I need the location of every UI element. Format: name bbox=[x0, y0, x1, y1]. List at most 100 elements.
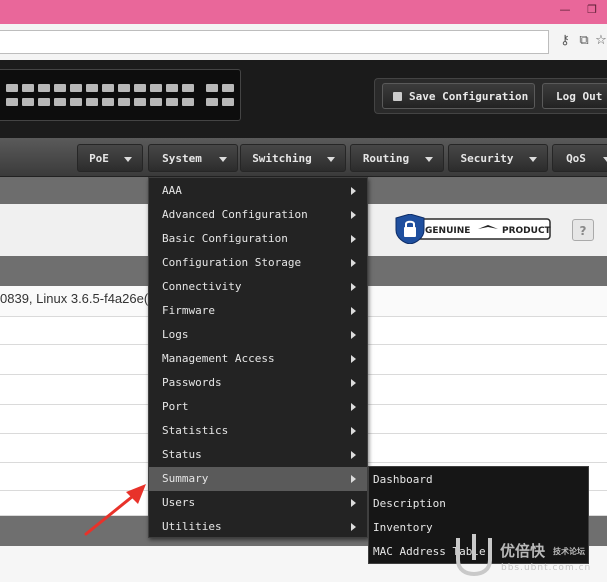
nav-security[interactable]: Security bbox=[448, 144, 548, 172]
switch-port bbox=[222, 98, 234, 106]
switch-port bbox=[182, 84, 194, 92]
menu-item-port[interactable]: Port bbox=[149, 395, 367, 419]
lock-icon bbox=[404, 227, 416, 237]
switch-port bbox=[6, 98, 18, 106]
chevron-down-icon bbox=[327, 157, 335, 162]
chevron-right-icon bbox=[351, 379, 356, 387]
url-input[interactable] bbox=[0, 30, 549, 54]
nav-poe-label: PoE bbox=[89, 152, 109, 165]
menu-item-label: Passwords bbox=[162, 376, 222, 389]
switch-port bbox=[86, 84, 98, 92]
chevron-right-icon bbox=[351, 427, 356, 435]
browser-titlebar bbox=[0, 0, 607, 24]
menu-item-firmware[interactable]: Firmware bbox=[149, 299, 367, 323]
switch-port-panel bbox=[0, 69, 241, 121]
chevron-right-icon bbox=[351, 283, 356, 291]
badge-product-text: PRODUCT bbox=[502, 226, 552, 236]
menu-item-statistics[interactable]: Statistics bbox=[149, 419, 367, 443]
firmware-version-text: 0839, Linux 3.6.5-f4a26e( bbox=[0, 291, 149, 306]
switch-port bbox=[134, 98, 146, 106]
chevron-right-icon bbox=[351, 235, 356, 243]
menu-item-status[interactable]: Status bbox=[149, 443, 367, 467]
chevron-right-icon bbox=[351, 331, 356, 339]
switch-port bbox=[54, 84, 66, 92]
menu-item-utilities[interactable]: Utilities bbox=[149, 515, 367, 539]
switch-port bbox=[38, 98, 50, 106]
switch-port bbox=[6, 84, 18, 92]
nav-qos[interactable]: QoS bbox=[552, 144, 607, 172]
floppy-disk-icon bbox=[393, 92, 402, 101]
nav-poe[interactable]: PoE bbox=[77, 144, 143, 172]
switch-port bbox=[102, 98, 114, 106]
menu-item-label: Users bbox=[162, 496, 196, 509]
menu-item-summary[interactable]: Summary bbox=[149, 467, 367, 491]
key-icon[interactable]: ⚷ bbox=[557, 33, 573, 49]
chevron-right-icon bbox=[351, 211, 356, 219]
switch-port bbox=[206, 84, 218, 92]
menu-item-basic-configuration[interactable]: Basic Configuration bbox=[149, 227, 367, 251]
menu-item-passwords[interactable]: Passwords bbox=[149, 371, 367, 395]
chevron-down-icon bbox=[603, 157, 607, 162]
menu-item-advanced-configuration[interactable]: Advanced Configuration bbox=[149, 203, 367, 227]
menu-item-label: Management Access bbox=[162, 352, 275, 365]
switch-port bbox=[70, 98, 82, 106]
submenu-item-description[interactable]: Description bbox=[369, 492, 588, 516]
menu-item-label: Summary bbox=[162, 472, 209, 485]
menu-item-label: Connectivity bbox=[162, 280, 242, 293]
switch-port bbox=[166, 98, 178, 106]
submenu-item-dashboard[interactable]: Dashboard bbox=[369, 468, 588, 492]
watermark-url: bbs.ubnt.com.cn bbox=[501, 563, 592, 573]
save-configuration-label: Save Configuration bbox=[409, 90, 529, 103]
badge-genuine-text: GENUINE bbox=[425, 226, 470, 236]
switch-port bbox=[118, 84, 130, 92]
chevron-down-icon bbox=[425, 157, 433, 162]
menu-item-label: Basic Configuration bbox=[162, 232, 288, 245]
switch-port bbox=[70, 84, 82, 92]
chevron-right-icon bbox=[351, 187, 356, 195]
switch-port bbox=[150, 84, 162, 92]
menu-item-logs[interactable]: Logs bbox=[149, 323, 367, 347]
nav-system[interactable]: System bbox=[148, 144, 238, 172]
submenu-item-label: Description bbox=[373, 497, 446, 510]
menu-item-label: Status bbox=[162, 448, 202, 461]
help-label: ? bbox=[579, 224, 587, 238]
chevron-right-icon bbox=[351, 355, 356, 363]
switch-port bbox=[86, 98, 98, 106]
chevron-right-icon bbox=[351, 307, 356, 315]
chevron-right-icon bbox=[351, 403, 356, 411]
nav-routing[interactable]: Routing bbox=[350, 144, 444, 172]
nav-switching[interactable]: Switching bbox=[240, 144, 346, 172]
menu-item-label: Utilities bbox=[162, 520, 222, 533]
menu-item-configuration-storage[interactable]: Configuration Storage bbox=[149, 251, 367, 275]
switch-port bbox=[222, 84, 234, 92]
menu-item-aaa[interactable]: AAA bbox=[149, 179, 367, 203]
submenu-item-label: Dashboard bbox=[373, 473, 433, 486]
log-out-label: Log Out bbox=[556, 90, 603, 103]
menu-item-label: Port bbox=[162, 400, 189, 413]
minimize-button[interactable]: — bbox=[558, 3, 572, 17]
log-out-button[interactable]: Log Out bbox=[542, 83, 607, 109]
switch-port bbox=[54, 98, 66, 106]
menu-item-connectivity[interactable]: Connectivity bbox=[149, 275, 367, 299]
menu-item-management-access[interactable]: Management Access bbox=[149, 347, 367, 371]
chevron-down-icon bbox=[529, 157, 537, 162]
restore-button[interactable]: ❐ bbox=[585, 3, 599, 17]
translate-icon[interactable]: ⧉ bbox=[576, 33, 592, 49]
genuine-product-badge: GENUINE PRODUCT bbox=[395, 214, 552, 244]
nav-qos-label: QoS bbox=[566, 152, 586, 165]
watermark-brand: 优倍快 bbox=[500, 542, 546, 560]
chevron-right-icon bbox=[351, 451, 356, 459]
chevron-right-icon bbox=[351, 259, 356, 267]
chevron-down-icon bbox=[124, 157, 132, 162]
help-button[interactable]: ? bbox=[572, 219, 594, 241]
switch-port bbox=[102, 84, 114, 92]
chevron-right-icon bbox=[351, 475, 356, 483]
save-configuration-button[interactable]: Save Configuration bbox=[382, 83, 535, 109]
menu-item-users[interactable]: Users bbox=[149, 491, 367, 515]
menu-item-label: Statistics bbox=[162, 424, 229, 437]
switch-port bbox=[22, 98, 34, 106]
menu-item-label: AAA bbox=[162, 184, 182, 197]
star-icon[interactable]: ☆ bbox=[595, 33, 607, 49]
chevron-right-icon bbox=[351, 523, 356, 531]
system-dropdown-menu: AAA Advanced Configuration Basic Configu… bbox=[148, 177, 368, 538]
